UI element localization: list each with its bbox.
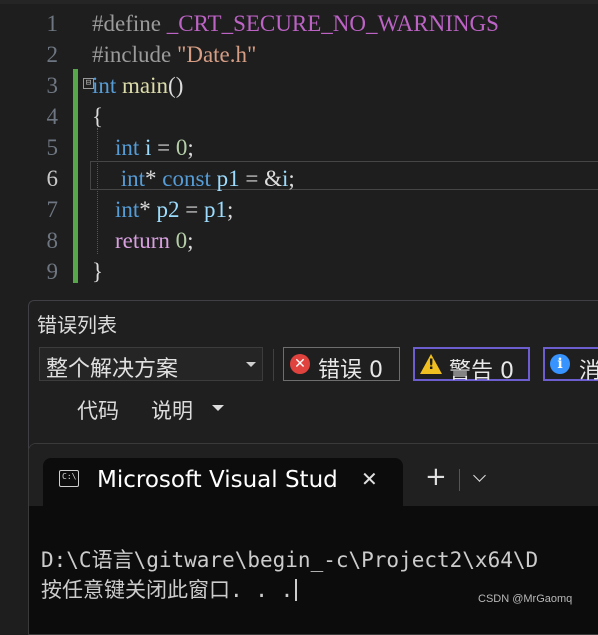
code-token: #include [92,42,172,67]
new-tab-icon[interactable]: + [425,464,447,490]
code-line[interactable]: 8 return 0; [0,225,598,256]
text-cursor [295,579,298,601]
code-token: #define [92,11,161,36]
code-text: int main() [92,70,183,101]
code-token: * [139,197,157,222]
code-token: int [115,135,140,160]
code-token: "Date.h" [176,42,257,67]
terminal-prompt-text: 按任意键关闭此窗口. . . [41,578,294,602]
info-icon: i [550,354,570,374]
code-token: = & [239,166,282,191]
line-number: 8 [46,228,59,253]
scope-dropdown-value: 整个解决方案 [46,357,179,382]
code-text: int* const p1 = &i; [92,163,295,194]
code-token: main [122,73,169,98]
code-line[interactable]: 2 #include "Date.h" [0,39,598,70]
line-number: 3 [46,73,59,98]
code-token: _CRT_SECURE_NO_WARNINGS [166,11,499,36]
code-token: 0 [175,135,188,160]
column-header-code[interactable]: 代码 [77,395,119,425]
code-token: return [115,228,170,253]
messages-filter-button[interactable]: i 消 [543,347,598,384]
terminal-tab-title: Microsoft Visual Stud [97,467,338,493]
errors-filter-label: 错误 0 [318,358,383,383]
code-line[interactable]: 9} [0,256,598,287]
code-text: int* p2 = p1; [92,194,233,225]
code-text: { [92,101,103,132]
terminal-prompt-line: 按任意键关闭此窗口. . . [41,574,298,604]
code-token: () [168,73,184,98]
code-token: 0 [175,228,188,253]
code-line[interactable]: 5 int i = 0; [0,132,598,163]
code-token: } [92,259,104,284]
scope-dropdown[interactable]: 整个解决方案 [39,347,263,382]
code-token: = [151,135,176,160]
code-text: int i = 0; [92,132,194,163]
chevron-down-icon [246,362,256,367]
code-token: p2 [156,197,180,222]
code-line[interactable]: 1 #define _CRT_SECURE_NO_WARNINGS [0,8,598,39]
code-token: * [145,166,163,191]
code-token: const [162,166,211,191]
code-text: #define _CRT_SECURE_NO_WARNINGS [92,8,499,39]
line-number: 1 [46,11,59,36]
line-number: 6 [46,166,59,191]
terminal-icon: C:\ [59,470,79,487]
messages-filter-label: 消 [579,359,598,384]
code-token: ; [227,197,234,222]
code-token: int [92,73,117,98]
code-token: { [92,104,104,129]
code-text: } [92,256,103,287]
code-line[interactable]: 7 int* p2 = p1; [0,194,598,225]
line-number: 9 [46,259,59,284]
code-line[interactable]: 3 int main() [0,70,598,101]
code-editor[interactable]: ⊟ 1 #define _CRT_SECURE_NO_WARNINGS 2 #incl… [0,0,598,296]
errors-filter-button[interactable]: ✕ 错误 0 [283,347,400,383]
terminal-tab-bar: C:\ Microsoft Visual Stud ✕ + [29,444,598,506]
code-text: return 0; [92,225,194,256]
close-icon[interactable]: ✕ [361,467,378,491]
code-line[interactable]: 4{ [0,101,598,132]
watermark: CSDN @MrGaomq [478,593,573,605]
tab-separator [459,469,460,491]
terminal-window[interactable]: C:\ Microsoft Visual Stud ✕ + D:\C语言\git… [28,443,598,635]
sort-chevron-down-icon[interactable] [212,405,224,411]
code-token: ; [187,135,194,160]
code-token: int [120,166,146,191]
code-token: p1 [204,197,228,222]
error-list-title: 错误列表 [37,313,117,337]
toolbar-separator [273,349,274,381]
error-icon: ✕ [290,354,310,374]
chevron-down-icon[interactable] [473,469,486,482]
line-number: 5 [46,135,59,160]
code-line[interactable]: 6 int* const p1 = &i; [0,163,598,194]
warning-mark: ! [428,357,435,373]
code-token: p1 [216,166,240,191]
code-text: #include "Date.h" [92,39,256,70]
code-token: int [115,197,140,222]
warnings-filter-button[interactable]: ! 警告 0 [413,347,530,384]
editor-top-strip [0,0,598,4]
line-number: 7 [46,197,59,222]
column-header-description[interactable]: 说明 [151,395,193,425]
line-number: 2 [46,42,59,67]
terminal-tab[interactable]: C:\ Microsoft Visual Stud ✕ [43,458,403,506]
code-token: ; [187,228,194,253]
code-token: = [179,197,205,222]
code-token: ; [288,166,295,191]
line-number: 4 [46,104,59,129]
terminal-output-line: D:\C语言\gitware\begin_-c\Project2\x64\D [41,548,539,572]
warnings-filter-label: 警告 0 [449,359,514,384]
